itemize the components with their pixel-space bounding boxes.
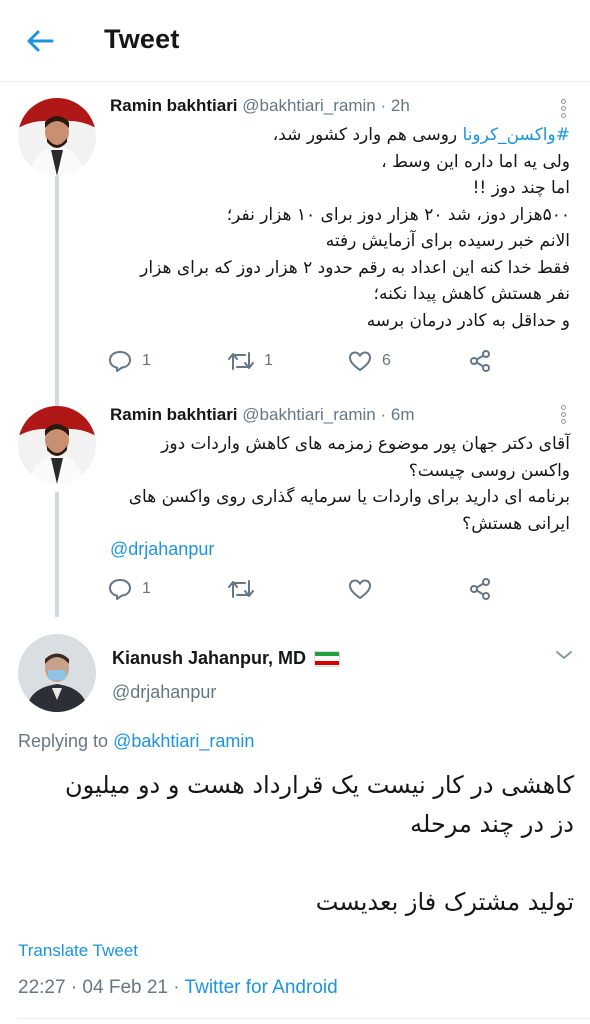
like-button[interactable]: 6 [348, 347, 391, 375]
like-count: 6 [382, 352, 391, 369]
share-button[interactable] [468, 575, 492, 603]
tweet-text: #واکسن_کرونا روسی هم وارد کشور شد، ولی ی… [110, 122, 570, 334]
tweet-line: ایرانی هستش؟ [462, 513, 570, 534]
retweet-button[interactable] [228, 575, 264, 603]
more-vertical-icon[interactable] [558, 404, 568, 426]
thread-connector [55, 174, 59, 410]
tweet-line: #واکسن_کرونا روسی هم وارد کشور شد، [272, 125, 570, 145]
translate-tweet-link[interactable]: Translate Tweet [18, 941, 138, 961]
timestamp: 6m [390, 405, 415, 424]
handle[interactable]: @bakhtiari_ramin [242, 96, 375, 115]
separator: · [380, 405, 387, 424]
page-title: Tweet [104, 24, 180, 54]
thread-connector [55, 492, 59, 617]
main-tweet-author[interactable]: Kianush Jahanpur, MD [112, 648, 341, 669]
chevron-down-icon[interactable] [554, 648, 574, 664]
action-bar: 1 1 6 [108, 347, 508, 375]
avatar[interactable] [18, 634, 96, 712]
like-icon [349, 579, 371, 599]
thread-tweet-2[interactable]: Ramin bakhtiari @bakhtiari_ramin · 6m آق… [0, 400, 590, 620]
main-tweet-line: کاهشی در کار نیست یک قرارداد هست و دو می… [65, 771, 574, 799]
handle[interactable]: @drjahanpur [112, 682, 216, 703]
timestamp: 2h [390, 96, 410, 115]
tweet-line: نفر هستش کاهش پیدا نکنه؛ [373, 284, 570, 304]
tweet-line: واکسن روسی چیست؟ [408, 460, 570, 481]
tweet-line: ۵۰۰هزار دوز، شد ۲۰ هزار دوز برای ۱۰ هزار… [226, 204, 570, 225]
tweet-line: الانم خبر رسیده برای آزمایش رفته [325, 231, 570, 251]
avatar[interactable] [18, 406, 96, 484]
tweet-line: اما چند دوز !! [472, 178, 570, 198]
like-icon [349, 351, 371, 371]
retweet-icon [228, 352, 254, 370]
top-bar: Tweet [0, 0, 590, 82]
timestamp: 22:27 · 04 Feb 21 · [18, 977, 185, 998]
share-icon [470, 578, 490, 600]
reply-button[interactable]: 1 [108, 575, 151, 603]
handle[interactable]: @bakhtiari_ramin [242, 405, 375, 424]
main-tweet-line: تولید مشترک فاز بعدیست [315, 888, 574, 916]
more-vertical-icon[interactable] [558, 98, 568, 120]
tweet-line: و حداقل به کادر درمان برسه [366, 310, 570, 331]
reply-icon [109, 579, 131, 600]
reply-mention-link[interactable]: @bakhtiari_ramin [113, 731, 254, 751]
main-tweet-line: دز در چند مرحله [410, 810, 574, 838]
back-arrow-icon[interactable] [24, 26, 56, 56]
tweet-header: Ramin bakhtiari @bakhtiari_ramin · 6m [110, 405, 415, 425]
tweet-line: فقط خدا کنه این اعداد به رقم حدود ۲ هزار… [140, 257, 570, 278]
retweet-count: 1 [264, 352, 273, 369]
tweet-text: آقای دکتر جهان پور موضوع زمزمه های کاهش … [110, 431, 570, 537]
like-button[interactable] [348, 575, 382, 603]
share-icon [470, 350, 490, 372]
thread-tweet-1[interactable]: Ramin bakhtiari @bakhtiari_ramin · 2h #و… [0, 82, 590, 410]
reply-button[interactable]: 1 [108, 347, 151, 375]
source-link[interactable]: Twitter for Android [185, 977, 338, 998]
tweet-line: برنامه ای دارید برای واردات یا سرمایه گذ… [128, 487, 570, 507]
separator: · [380, 96, 387, 115]
tweet-line: آقای دکتر جهان پور موضوع زمزمه های کاهش … [161, 434, 570, 454]
retweet-button[interactable]: 1 [228, 347, 273, 375]
display-name[interactable]: Ramin bakhtiari [110, 405, 238, 424]
retweet-icon [228, 580, 254, 598]
reply-count: 1 [142, 352, 151, 369]
tweet-header: Ramin bakhtiari @bakhtiari_ramin · 2h [110, 96, 410, 116]
mention-link[interactable]: @drjahanpur [110, 539, 214, 560]
action-bar: 1 [108, 575, 508, 603]
share-button[interactable] [468, 347, 492, 375]
hashtag-link[interactable]: #واکسن_کرونا [463, 125, 570, 145]
iran-flag-icon [314, 650, 341, 667]
display-name[interactable]: Kianush Jahanpur, MD [112, 648, 306, 669]
display-name[interactable]: Ramin bakhtiari [110, 96, 238, 115]
avatar[interactable] [18, 98, 96, 176]
reply-count: 1 [142, 580, 151, 597]
tweet-metadata: 22:27 · 04 Feb 21 · Twitter for Android [18, 977, 338, 999]
divider [18, 1018, 590, 1019]
tweet-line: ولی یه اما داره این وسط ، [381, 151, 570, 172]
replying-to: Replying to @bakhtiari_ramin [18, 731, 255, 751]
reply-icon [109, 351, 131, 372]
